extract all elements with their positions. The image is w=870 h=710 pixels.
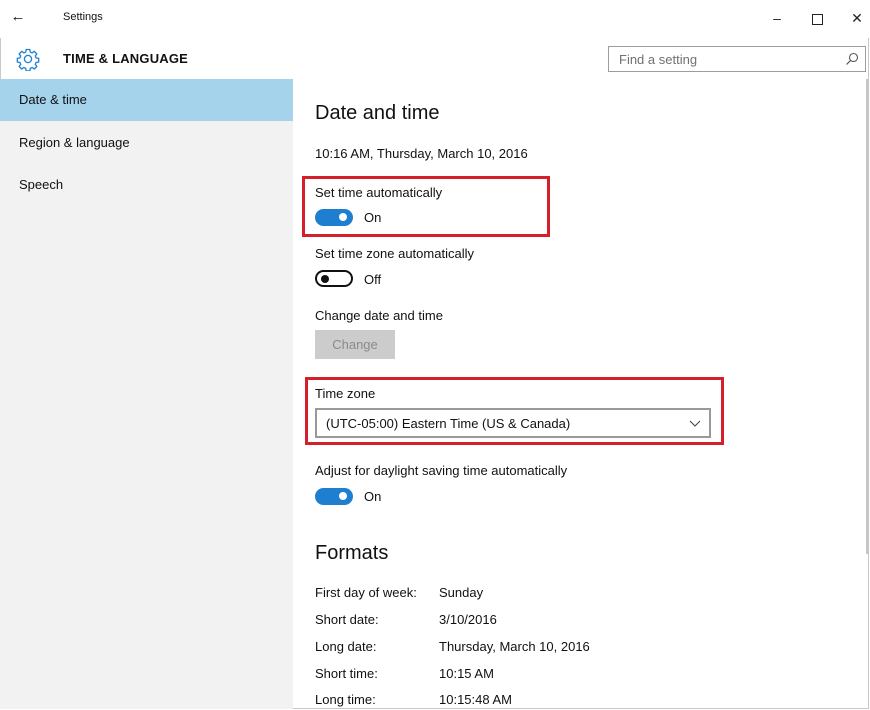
minimize-button[interactable]: – <box>765 6 789 30</box>
sidebar-item-date-time[interactable]: Date & time <box>0 79 293 121</box>
format-label-long-date: Long date: <box>315 639 377 654</box>
gear-icon <box>16 48 40 71</box>
sidebar-item-speech[interactable]: Speech <box>0 164 293 206</box>
format-value-long-date: Thursday, March 10, 2016 <box>439 639 590 654</box>
format-value-first-day: Sunday <box>439 585 484 600</box>
toggle-knob <box>321 274 329 283</box>
format-label-short-time: Short time: <box>315 666 378 681</box>
format-label-short-date: Short date: <box>315 612 379 627</box>
sidebar-item-label: Region & language <box>19 135 130 150</box>
search-box[interactable] <box>608 46 866 72</box>
dst-toggle[interactable] <box>315 488 353 505</box>
format-label-long-time: Long time: <box>315 692 376 707</box>
highlight-time-zone <box>305 377 724 445</box>
maximize-button[interactable] <box>805 6 829 30</box>
section-title-date-time: Date and time <box>315 102 440 124</box>
set-tz-auto-label: Set time zone automatically <box>315 246 474 261</box>
highlight-set-time-auto <box>302 176 550 237</box>
toggle-knob <box>339 492 347 500</box>
page-title: TIME & LANGUAGE <box>63 51 189 66</box>
back-button[interactable]: ← <box>8 7 28 27</box>
search-input[interactable] <box>609 47 847 71</box>
close-icon: ✕ <box>851 10 863 26</box>
format-value-short-time: 10:15 AM <box>439 666 494 681</box>
format-label-first-day: First day of week: <box>315 585 417 600</box>
search-icon[interactable] <box>845 52 859 66</box>
sidebar-item-region-language[interactable]: Region & language <box>0 122 293 164</box>
current-datetime: 10:16 AM, Thursday, March 10, 2016 <box>315 146 528 161</box>
change-button[interactable]: Change <box>315 330 395 359</box>
window-title: Settings <box>63 11 103 23</box>
change-date-label: Change date and time <box>315 308 443 323</box>
close-button[interactable]: ✕ <box>845 6 869 30</box>
sidebar-item-label: Date & time <box>19 92 87 107</box>
section-title-formats: Formats <box>315 542 389 564</box>
dst-state: On <box>364 489 382 504</box>
set-tz-auto-state: Off <box>364 272 382 287</box>
scrollbar[interactable] <box>866 79 869 554</box>
format-value-short-date: 3/10/2016 <box>439 612 497 627</box>
minimize-icon: – <box>773 10 781 26</box>
dst-label: Adjust for daylight saving time automati… <box>315 463 568 478</box>
back-arrow-icon: ← <box>10 8 26 25</box>
sidebar-item-label: Speech <box>19 177 64 192</box>
format-value-long-time: 10:15:48 AM <box>439 692 512 707</box>
maximize-icon <box>811 13 823 25</box>
title-bar: ← Settings – ✕ <box>0 0 870 38</box>
set-tz-auto-toggle[interactable] <box>315 270 353 287</box>
